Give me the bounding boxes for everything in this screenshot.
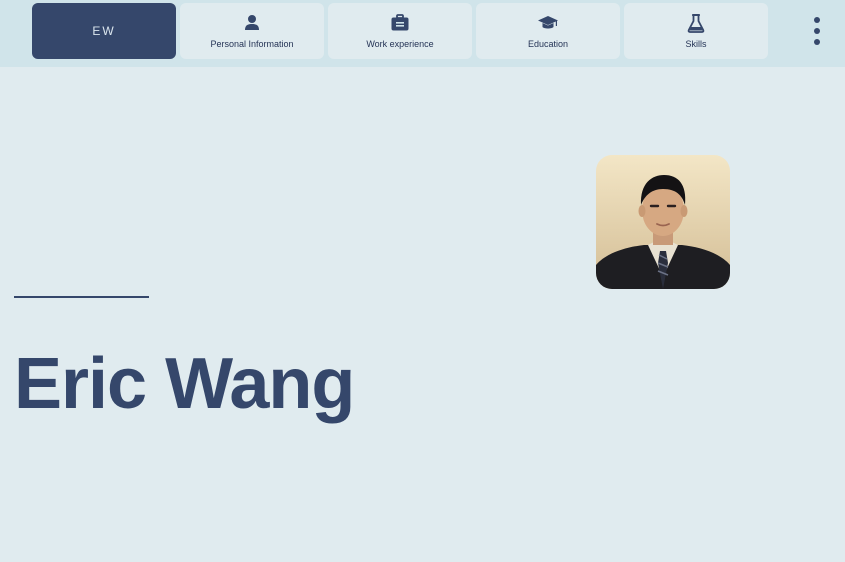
tab-label: Education [527,39,569,49]
tab-label: Personal Information [210,39,294,49]
tab-personal-information[interactable]: Personal Information [180,3,324,59]
tab-work-experience[interactable]: Work experience [328,3,472,59]
graduation-cap-icon [538,16,558,29]
person-icon [245,15,259,30]
brand-initials: EW [92,24,116,38]
menu-dot [814,39,820,45]
tab-skills[interactable]: Skills [624,3,768,59]
tab-education[interactable]: Education [476,3,620,59]
menu-dot [814,17,820,23]
tab-label: Skills [685,39,707,49]
profile-photo [596,155,730,289]
briefcase-icon [391,14,409,31]
kebab-menu-icon[interactable] [809,14,825,48]
top-navigation-bar: EW Personal Information Work experience … [0,0,845,67]
hero-name: Eric Wang [14,344,355,424]
accent-divider [14,296,149,298]
flask-icon [687,14,705,33]
tab-label: Work experience [366,39,434,49]
brand-home-button[interactable]: EW [32,3,176,59]
menu-dot [814,28,820,34]
